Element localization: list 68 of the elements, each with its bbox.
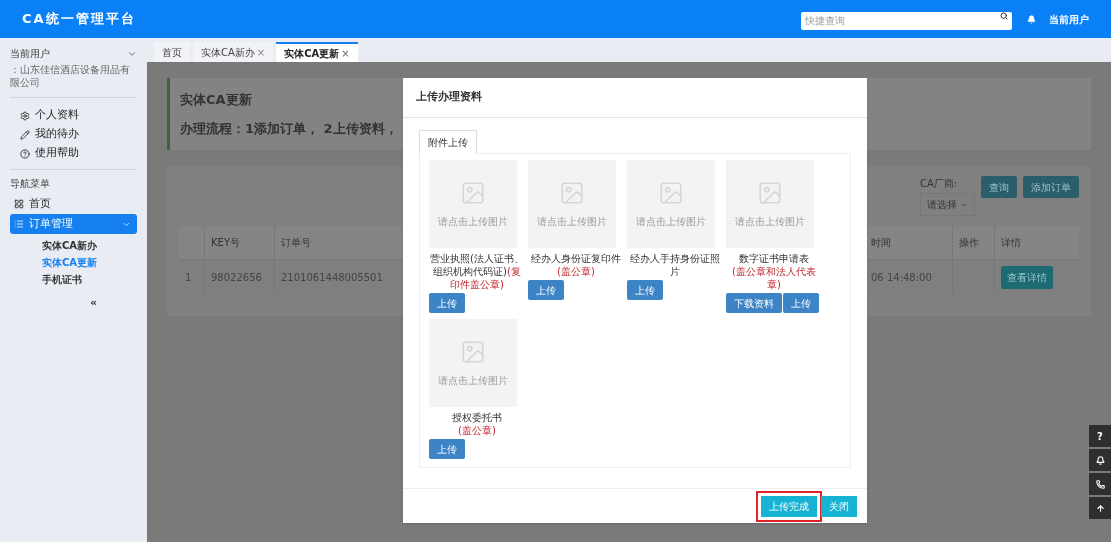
upload-hint: 请点击上传图片 xyxy=(735,214,805,229)
sidebar-link[interactable]: 个人资料 xyxy=(10,106,137,125)
upload-hint: 请点击上传图片 xyxy=(438,373,508,388)
toolbar-button[interactable]: 查询 xyxy=(981,176,1017,198)
sidebar-link[interactable]: 使用帮助 xyxy=(10,144,137,163)
float-up-button[interactable] xyxy=(1089,497,1111,519)
column-header: 详情 xyxy=(994,226,1079,259)
image-placeholder[interactable]: 请点击上传图片 xyxy=(726,160,814,248)
filter-label: CA厂商: xyxy=(920,177,958,191)
nav-item[interactable]: 订单管理 xyxy=(10,214,137,234)
upload-button[interactable]: 上传 xyxy=(429,439,465,459)
image-placeholder[interactable]: 请点击上传图片 xyxy=(429,160,517,248)
float-phone-button[interactable] xyxy=(1089,473,1111,495)
upload-hint: 请点击上传图片 xyxy=(537,214,607,229)
float-help-button[interactable]: ? xyxy=(1089,425,1111,447)
toolbar-button[interactable]: 添加订单 xyxy=(1023,176,1079,198)
nav-subitem[interactable]: 实体CA新办 xyxy=(42,237,137,254)
view-details-button[interactable]: 查看详情 xyxy=(1001,265,1053,289)
page-tab[interactable]: 实体CA新办 × xyxy=(193,42,274,62)
float-bell-button[interactable] xyxy=(1089,449,1111,471)
search-field[interactable]: 快捷查询 xyxy=(801,11,1012,30)
help-icon xyxy=(20,148,30,159)
page-tab[interactable]: 实体CA更新 × xyxy=(276,42,358,62)
document-label: 经办人手持身份证照片 xyxy=(629,252,721,278)
page-title: 实体CA更新 xyxy=(180,90,252,109)
up-icon xyxy=(1095,503,1105,513)
upload-button[interactable]: 上传 xyxy=(627,280,663,300)
nav-section-title: 导航菜单 xyxy=(10,177,51,191)
gear-icon xyxy=(20,110,30,121)
list-icon xyxy=(14,219,24,229)
image-placeholder[interactable]: 请点击上传图片 xyxy=(627,160,715,248)
pencil-icon xyxy=(20,129,30,140)
current-user-label: 当前用户 xyxy=(10,47,50,61)
document-label: 授权委托书 (盖公章) xyxy=(451,411,503,437)
phone-icon xyxy=(1095,479,1105,489)
column-header: KEY号 xyxy=(205,226,275,259)
company-name: ：山东佳信酒店设备用品有限公司 xyxy=(10,63,131,89)
search-icon[interactable] xyxy=(1000,12,1008,20)
bell-icon xyxy=(1095,455,1105,465)
column-header: 操作 xyxy=(952,226,994,259)
collapse-button[interactable]: « xyxy=(89,295,97,312)
process-text: 办理流程：1添加订单， 2上传资料， xyxy=(180,120,398,138)
sidebar-link[interactable]: 我的待办 xyxy=(10,125,137,144)
dialog-title: 上传办理资料 xyxy=(416,89,482,106)
bell-icon[interactable] xyxy=(1027,14,1036,24)
vendor-select[interactable]: 请选择 xyxy=(920,193,975,216)
image-placeholder[interactable]: 请点击上传图片 xyxy=(429,319,517,407)
document-label: 经办人身份证复印件 (盖公章) xyxy=(530,252,622,278)
grid-icon xyxy=(14,199,24,209)
upload-hint: 请点击上传图片 xyxy=(636,214,706,229)
page-tab[interactable]: 首页 xyxy=(154,42,190,62)
nav-subitem[interactable]: 手机证书 xyxy=(42,271,137,288)
dialog-tab[interactable]: 附件上传 xyxy=(419,130,477,154)
upload-button[interactable]: 下载资料 xyxy=(726,293,782,313)
nav-subitem[interactable]: 实体CA更新 xyxy=(42,254,137,271)
upload-hint: 请点击上传图片 xyxy=(438,214,508,229)
document-label: 营业执照(法人证书、组织机构代码证)(复印件盖公章) xyxy=(429,252,525,291)
user-menu[interactable]: 当前用户 xyxy=(1049,11,1089,27)
upload-button[interactable]: 上传 xyxy=(429,293,465,313)
dialog-button[interactable]: 关闭 xyxy=(821,495,857,517)
nav-item[interactable]: 首页 xyxy=(10,194,137,214)
upload-button[interactable]: 上传 xyxy=(783,293,819,313)
app-title: CA统一管理平台 xyxy=(22,10,137,29)
document-label: 数字证书申请表 (盖公章和法人代表章) xyxy=(731,252,817,291)
table-cell: 98022656 xyxy=(205,260,275,294)
upload-button[interactable]: 上传 xyxy=(528,280,564,300)
image-placeholder[interactable]: 请点击上传图片 xyxy=(528,160,616,248)
row-number: 1 xyxy=(179,260,205,294)
